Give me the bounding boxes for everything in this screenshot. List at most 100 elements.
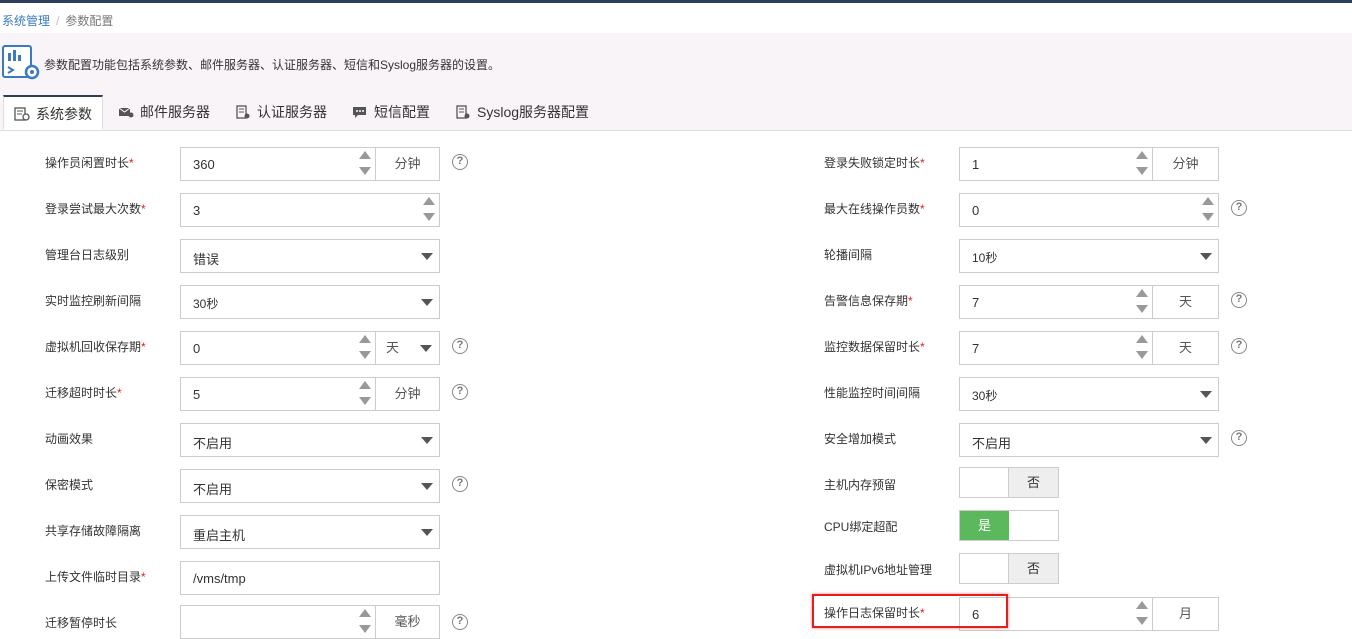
help-icon[interactable]: ? bbox=[452, 614, 468, 630]
help-icon[interactable]: ? bbox=[1231, 338, 1247, 354]
spinner-up-icon[interactable] bbox=[359, 609, 371, 617]
spinner-down-icon[interactable] bbox=[359, 397, 371, 405]
host-mem-reserve-toggle[interactable]: 否 bbox=[959, 467, 1059, 498]
carousel-interval-select[interactable]: 10秒 bbox=[959, 239, 1219, 273]
monitor-data-retention-unit: 天 bbox=[1152, 331, 1219, 365]
migration-timeout-input[interactable]: 5 bbox=[180, 377, 376, 411]
max-online-operators-spinner[interactable] bbox=[1198, 194, 1216, 226]
migration-pause-spinner[interactable] bbox=[355, 606, 373, 638]
tab-label: 认证服务器 bbox=[257, 104, 327, 120]
spinner-down-icon[interactable] bbox=[359, 351, 371, 359]
animation-select[interactable]: 不启用 bbox=[180, 423, 440, 457]
vm-recycle-input[interactable]: 0 bbox=[180, 331, 376, 365]
tab-syslog-config[interactable]: Syslog服务器配置 bbox=[455, 95, 589, 130]
max-online-operators-input[interactable]: 0 bbox=[959, 193, 1219, 227]
secret-mode-select[interactable]: 不启用 bbox=[180, 469, 440, 503]
login-lock-input[interactable]: 1 bbox=[959, 147, 1153, 181]
shared-storage-isolation-label: 共享存储故障隔离 bbox=[45, 524, 142, 538]
security-mode-value: 不启用 bbox=[972, 436, 1012, 451]
monitor-refresh-select[interactable]: 30秒 bbox=[180, 285, 440, 319]
tab-divider bbox=[0, 130, 1352, 131]
spinner-down-icon[interactable] bbox=[1136, 617, 1148, 625]
upload-temp-dir-input[interactable]: /vms/tmp bbox=[180, 561, 440, 595]
tab-auth-server[interactable]: 认证服务器 bbox=[235, 95, 327, 130]
spinner-down-icon[interactable] bbox=[423, 213, 435, 221]
breadcrumb-separator: / bbox=[56, 14, 60, 28]
cpu-binding-toggle[interactable]: 是 bbox=[959, 510, 1059, 541]
breadcrumb: 系统管理 / 参数配置 bbox=[2, 12, 113, 29]
help-icon[interactable]: ? bbox=[452, 154, 468, 170]
login-lock-label: 登录失败锁定时长* bbox=[824, 156, 925, 170]
tab-label: Syslog服务器配置 bbox=[477, 104, 590, 120]
chevron-down-icon bbox=[421, 529, 433, 536]
tab-label: 系统参数 bbox=[36, 106, 92, 122]
help-icon[interactable]: ? bbox=[452, 384, 468, 400]
max-login-attempts-input[interactable]: 3 bbox=[180, 193, 440, 227]
carousel-interval-label: 轮播间隔 bbox=[824, 248, 873, 262]
vm-recycle-label: 虚拟机回收保存期* bbox=[45, 340, 146, 354]
idle-timeout-spinner[interactable] bbox=[355, 148, 373, 180]
vm-recycle-spinner[interactable] bbox=[355, 332, 373, 364]
oplog-retention-spinner[interactable] bbox=[1132, 598, 1150, 630]
mail-icon bbox=[118, 107, 134, 118]
idle-timeout-unit: 分钟 bbox=[375, 147, 440, 181]
spinner-down-icon[interactable] bbox=[1136, 167, 1148, 175]
monitor-data-retention-input[interactable]: 7 bbox=[959, 331, 1153, 365]
idle-timeout-input[interactable]: 360 bbox=[180, 147, 376, 181]
spinner-up-icon[interactable] bbox=[359, 151, 371, 159]
spinner-up-icon[interactable] bbox=[1136, 289, 1148, 297]
max-online-operators-value: 0 bbox=[972, 203, 980, 218]
chevron-down-icon bbox=[421, 253, 433, 260]
help-icon[interactable]: ? bbox=[1231, 292, 1247, 308]
oplog-retention-unit: 月 bbox=[1152, 597, 1219, 631]
login-lock-value: 1 bbox=[972, 157, 980, 172]
shared-storage-isolation-select[interactable]: 重启主机 bbox=[180, 515, 440, 549]
spinner-down-icon[interactable] bbox=[1136, 305, 1148, 313]
spinner-up-icon[interactable] bbox=[359, 381, 371, 389]
spinner-up-icon[interactable] bbox=[1136, 601, 1148, 609]
highlight-box bbox=[812, 594, 1008, 628]
login-lock-spinner[interactable] bbox=[1132, 148, 1150, 180]
console-log-level-select[interactable]: 错误 bbox=[180, 239, 440, 273]
tab-sms-config[interactable]: 短信配置 bbox=[352, 95, 430, 130]
spinner-up-icon[interactable] bbox=[1136, 151, 1148, 159]
vm-recycle-unit-select[interactable]: 天 bbox=[375, 331, 440, 365]
perf-monitor-interval-value: 30秒 bbox=[972, 389, 998, 403]
monitor-refresh-value: 30秒 bbox=[193, 297, 219, 311]
carousel-interval-value: 10秒 bbox=[972, 251, 998, 265]
alarm-retention-spinner[interactable] bbox=[1132, 286, 1150, 318]
idle-timeout-label: 操作员闲置时长* bbox=[45, 156, 134, 170]
spinner-down-icon[interactable] bbox=[1202, 213, 1214, 221]
spinner-down-icon[interactable] bbox=[1136, 351, 1148, 359]
tab-label: 邮件服务器 bbox=[140, 104, 210, 120]
host-mem-reserve-label: 主机内存预留 bbox=[824, 478, 897, 492]
spinner-up-icon[interactable] bbox=[359, 335, 371, 343]
help-icon[interactable]: ? bbox=[452, 476, 468, 492]
migration-pause-input[interactable] bbox=[180, 605, 376, 639]
chevron-down-icon bbox=[420, 345, 432, 352]
help-icon[interactable]: ? bbox=[1231, 430, 1247, 446]
tab-mail-server[interactable]: 邮件服务器 bbox=[118, 95, 210, 130]
chevron-down-icon bbox=[1200, 391, 1212, 398]
alarm-retention-value: 7 bbox=[972, 295, 980, 310]
alarm-retention-input[interactable]: 7 bbox=[959, 285, 1153, 319]
chevron-down-icon bbox=[421, 483, 433, 490]
spinner-down-icon[interactable] bbox=[359, 167, 371, 175]
spinner-up-icon[interactable] bbox=[1136, 335, 1148, 343]
max-login-attempts-spinner[interactable] bbox=[419, 194, 437, 226]
vm-ipv6-toggle[interactable]: 否 bbox=[959, 553, 1059, 584]
breadcrumb-parent-link[interactable]: 系统管理 bbox=[2, 14, 50, 28]
tab-system-params[interactable]: 系统参数 bbox=[3, 95, 103, 130]
spinner-up-icon[interactable] bbox=[423, 197, 435, 205]
security-mode-select[interactable]: 不启用 bbox=[959, 423, 1219, 457]
console-log-level-value: 错误 bbox=[193, 252, 220, 267]
help-icon[interactable]: ? bbox=[452, 338, 468, 354]
help-icon[interactable]: ? bbox=[1231, 200, 1247, 216]
spinner-up-icon[interactable] bbox=[1202, 197, 1214, 205]
migration-pause-label: 迁移暂停时长 bbox=[45, 616, 118, 630]
chevron-down-icon bbox=[1200, 437, 1212, 444]
migration-timeout-spinner[interactable] bbox=[355, 378, 373, 410]
perf-monitor-interval-select[interactable]: 30秒 bbox=[959, 377, 1219, 411]
console-log-level-label: 管理台日志级别 bbox=[45, 248, 130, 262]
monitor-data-retention-spinner[interactable] bbox=[1132, 332, 1150, 364]
